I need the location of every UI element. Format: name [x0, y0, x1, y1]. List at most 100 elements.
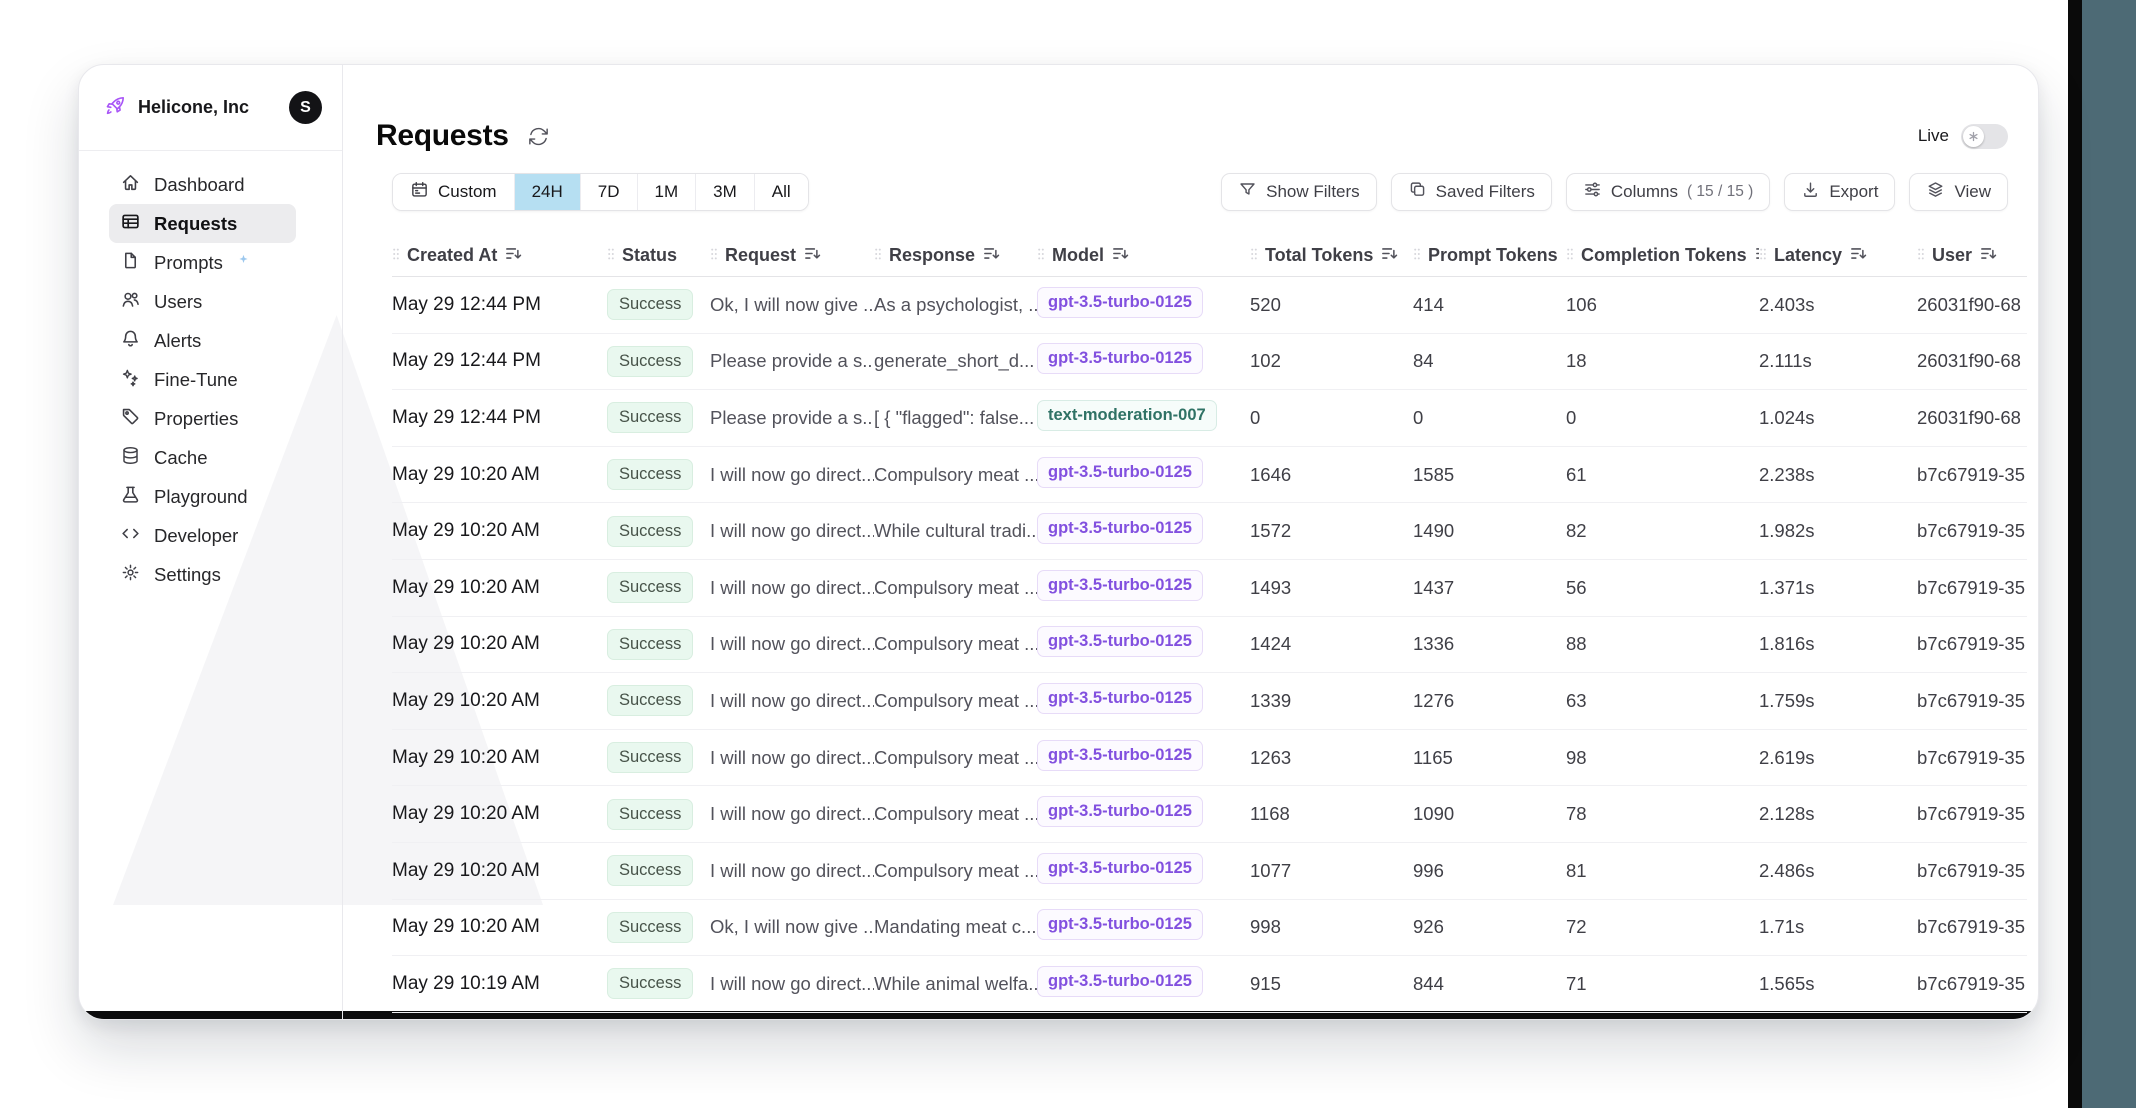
prompt-tokens-cell: 1585: [1413, 464, 1566, 486]
table-row[interactable]: May 29 10:20 AMSuccessI will now go dire…: [392, 730, 2027, 787]
table-row[interactable]: May 29 12:44 PMSuccessOk, I will now giv…: [392, 277, 2027, 334]
column-header-completion-tokens[interactable]: Completion Tokens: [1566, 244, 1759, 268]
status-cell: Success: [607, 629, 710, 660]
model-badge: gpt-3.5-turbo-0125: [1037, 966, 1203, 997]
live-toggle[interactable]: [1961, 124, 2008, 149]
drag-grip-icon[interactable]: [1917, 245, 1925, 266]
sort-icon[interactable]: [1111, 244, 1130, 268]
refresh-button[interactable]: [527, 125, 550, 148]
response-cell: Compulsory meat ...: [874, 803, 1037, 825]
sort-icon[interactable]: [1979, 244, 1998, 268]
model-cell: gpt-3.5-turbo-0125: [1037, 287, 1250, 323]
sidebar-item-requests[interactable]: Requests: [109, 204, 296, 243]
model-badge: gpt-3.5-turbo-0125: [1037, 513, 1203, 544]
column-header-user[interactable]: User: [1917, 244, 2027, 268]
main-content: Requests Live Custom 24H7D1M3M: [344, 65, 2038, 1019]
completion-tokens-cell: 72: [1566, 916, 1759, 938]
table-actions: Show Filters Saved Filters Columns ( 15 …: [1221, 173, 2008, 211]
saved-filters-button[interactable]: Saved Filters: [1391, 173, 1552, 211]
view-button[interactable]: View: [1909, 173, 2008, 211]
page-title: Requests: [376, 119, 509, 153]
prompt-tokens-cell: 0: [1413, 407, 1566, 429]
time-range-all[interactable]: All: [754, 174, 808, 210]
response-cell: generate_short_d...: [874, 350, 1037, 372]
created-at-cell: May 29 10:20 AM: [392, 747, 607, 769]
created-at-cell: May 29 10:20 AM: [392, 916, 607, 938]
sort-icon[interactable]: [803, 244, 822, 268]
table-row[interactable]: May 29 12:44 PMSuccessPlease provide a s…: [392, 334, 2027, 391]
sort-icon[interactable]: [1380, 244, 1399, 268]
time-range-24h[interactable]: 24H: [514, 174, 580, 210]
table-row[interactable]: May 29 10:20 AMSuccessI will now go dire…: [392, 843, 2027, 900]
time-range-custom[interactable]: Custom: [393, 174, 514, 210]
sort-icon[interactable]: [1849, 244, 1868, 268]
table-row[interactable]: May 29 10:20 AMSuccessI will now go dire…: [392, 447, 2027, 504]
sidebar-item-developer[interactable]: Developer: [109, 516, 296, 555]
created-at-cell: May 29 10:20 AM: [392, 860, 607, 882]
response-cell: Compulsory meat ...: [874, 577, 1037, 599]
total-tokens-cell: 102: [1250, 350, 1413, 372]
model-cell: gpt-3.5-turbo-0125: [1037, 626, 1250, 662]
table-row[interactable]: May 29 10:20 AMSuccessI will now go dire…: [392, 786, 2027, 843]
table-row[interactable]: May 29 10:19 AMSuccessI will now go dire…: [392, 956, 2027, 1013]
drag-grip-icon[interactable]: [607, 245, 615, 266]
drag-grip-icon[interactable]: [1413, 245, 1421, 266]
sidebar-item-fine-tune[interactable]: Fine-Tune: [109, 360, 296, 399]
time-range-3m[interactable]: 3M: [695, 174, 754, 210]
time-range-7d[interactable]: 7D: [580, 174, 637, 210]
drag-grip-icon[interactable]: [874, 245, 882, 266]
sidebar-item-playground[interactable]: Playground: [109, 477, 296, 516]
sort-icon[interactable]: [504, 244, 523, 268]
time-range-1m[interactable]: 1M: [637, 174, 696, 210]
latency-cell: 2.238s: [1759, 464, 1917, 486]
column-header-prompt-tokens[interactable]: Prompt Tokens: [1413, 244, 1566, 268]
sidebar-item-prompts[interactable]: Prompts: [109, 243, 296, 282]
completion-tokens-cell: 98: [1566, 747, 1759, 769]
model-badge: gpt-3.5-turbo-0125: [1037, 853, 1203, 884]
table-row[interactable]: May 29 10:20 AMSuccessOk, I will now giv…: [392, 900, 2027, 957]
sidebar-item-cache[interactable]: Cache: [109, 438, 296, 477]
model-cell: gpt-3.5-turbo-0125: [1037, 457, 1250, 493]
column-header-created-at[interactable]: Created At: [392, 244, 607, 268]
org-header[interactable]: Helicone, Inc S: [79, 65, 342, 151]
table-row[interactable]: May 29 10:20 AMSuccessI will now go dire…: [392, 617, 2027, 674]
latency-cell: 2.619s: [1759, 747, 1917, 769]
column-header-status[interactable]: Status: [607, 245, 710, 266]
drag-grip-icon[interactable]: [1759, 245, 1767, 266]
table-row[interactable]: May 29 10:20 AMSuccessI will now go dire…: [392, 503, 2027, 560]
drag-grip-icon[interactable]: [1037, 245, 1045, 266]
model-cell: gpt-3.5-turbo-0125: [1037, 740, 1250, 776]
toggle-knob-snowflake-icon: [1963, 126, 1984, 147]
latency-cell: 1.565s: [1759, 973, 1917, 995]
sidebar-item-alerts[interactable]: Alerts: [109, 321, 296, 360]
column-header-model[interactable]: Model: [1037, 244, 1250, 268]
created-at-cell: May 29 10:20 AM: [392, 464, 607, 486]
sidebar-item-properties[interactable]: Properties: [109, 399, 296, 438]
sidebar-item-dashboard[interactable]: Dashboard: [109, 165, 296, 204]
export-button[interactable]: Export: [1784, 173, 1895, 211]
sort-icon[interactable]: [982, 244, 1001, 268]
total-tokens-cell: 0: [1250, 407, 1413, 429]
layers-icon: [1926, 180, 1945, 204]
model-cell: gpt-3.5-turbo-0125: [1037, 343, 1250, 379]
total-tokens-cell: 998: [1250, 916, 1413, 938]
table-row[interactable]: May 29 12:44 PMSuccessPlease provide a s…: [392, 390, 2027, 447]
completion-tokens-cell: 71: [1566, 973, 1759, 995]
column-header-response[interactable]: Response: [874, 244, 1037, 268]
prompt-tokens-cell: 1437: [1413, 577, 1566, 599]
created-at-cell: May 29 10:20 AM: [392, 690, 607, 712]
sidebar-item-settings[interactable]: Settings: [109, 555, 296, 594]
drag-grip-icon[interactable]: [392, 245, 400, 266]
table-row[interactable]: May 29 10:20 AMSuccessI will now go dire…: [392, 560, 2027, 617]
table-row[interactable]: May 29 10:20 AMSuccessI will now go dire…: [392, 673, 2027, 730]
drag-grip-icon[interactable]: [710, 245, 718, 266]
sidebar-item-users[interactable]: Users: [109, 282, 296, 321]
drag-grip-icon[interactable]: [1566, 245, 1574, 266]
columns-button[interactable]: Columns ( 15 / 15 ): [1566, 173, 1770, 211]
column-header-request[interactable]: Request: [710, 244, 874, 268]
show-filters-button[interactable]: Show Filters: [1221, 173, 1377, 211]
column-header-total-tokens[interactable]: Total Tokens: [1250, 244, 1413, 268]
drag-grip-icon[interactable]: [1250, 245, 1258, 266]
avatar[interactable]: S: [289, 91, 322, 124]
column-header-latency[interactable]: Latency: [1759, 244, 1917, 268]
